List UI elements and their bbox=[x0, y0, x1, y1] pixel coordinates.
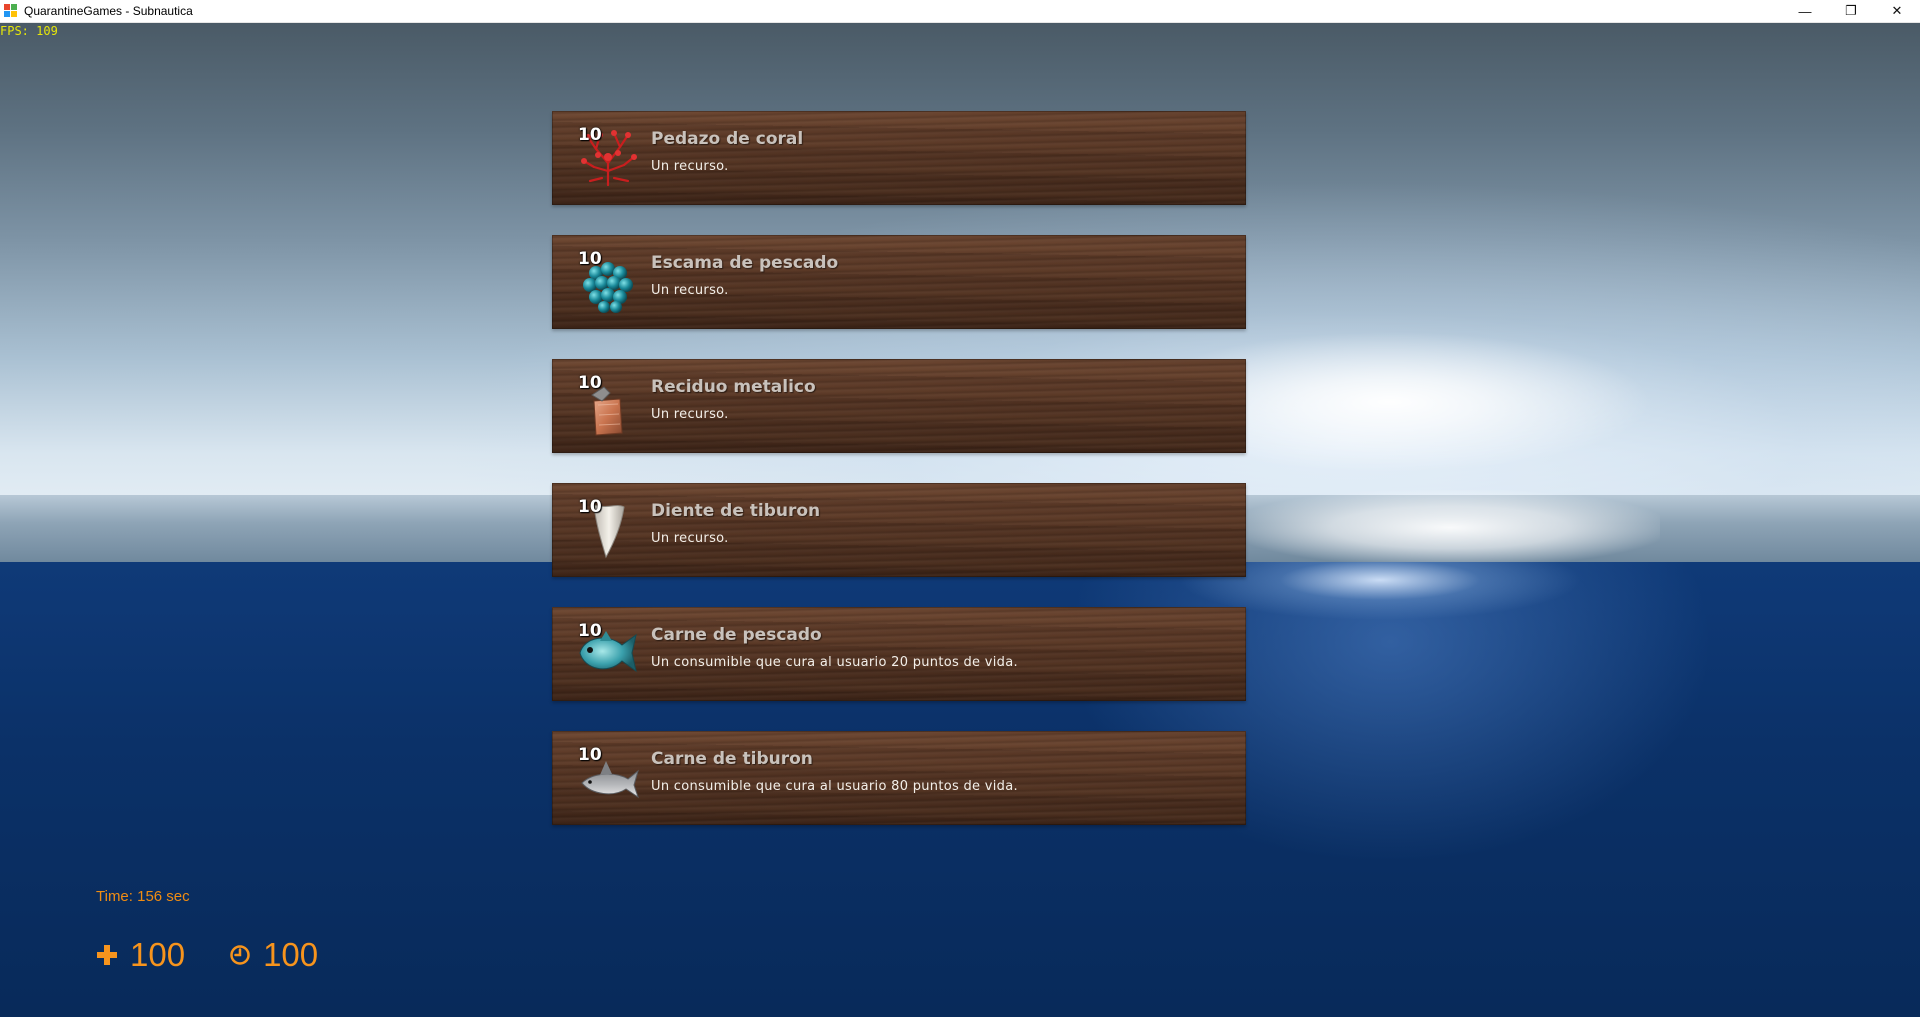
minimize-button[interactable]: — bbox=[1782, 0, 1828, 22]
item-description: Un recurso. bbox=[651, 283, 729, 298]
inventory-item-shark-tooth[interactable]: 10 Diente de tiburon Un recurso. bbox=[552, 483, 1246, 577]
inventory-item-metal-scrap[interactable]: 10 Reciduo metalico Un recurso. bbox=[552, 359, 1246, 453]
inventory-list: 10 Pedazo de coral Un recurso. 10 Escama… bbox=[552, 111, 1246, 855]
health-stat: 100 bbox=[96, 936, 185, 974]
item-name: Carne de pescado bbox=[651, 625, 822, 645]
item-count: 10 bbox=[578, 497, 602, 517]
item-count: 10 bbox=[578, 745, 602, 765]
sun-glare bbox=[1240, 490, 1660, 565]
item-name: Reciduo metalico bbox=[651, 377, 816, 397]
item-name: Pedazo de coral bbox=[651, 129, 804, 149]
inventory-item-shark-meat[interactable]: 10 Carne de tiburon Un consumible que cu… bbox=[552, 731, 1246, 825]
oxygen-stat: 100 bbox=[229, 936, 318, 974]
inventory-item-fish-scale[interactable]: 10 Escama de pescado Un recurso. bbox=[552, 235, 1246, 329]
restore-button[interactable]: ❐ bbox=[1828, 0, 1874, 22]
window-controls: — ❐ ✕ bbox=[1782, 0, 1920, 22]
inventory-item-coral[interactable]: 10 Pedazo de coral Un recurso. bbox=[552, 111, 1246, 205]
oxygen-value: 100 bbox=[263, 936, 319, 973]
game-viewport[interactable]: QuarantineGames - Subnautica — ❐ ✕ FPS: … bbox=[0, 0, 1920, 1017]
item-description: Un recurso. bbox=[651, 531, 729, 546]
app-icon bbox=[4, 4, 18, 18]
window-titlebar[interactable]: QuarantineGames - Subnautica — ❐ ✕ bbox=[0, 0, 1920, 23]
item-count: 10 bbox=[578, 125, 602, 145]
fps-counter: FPS: 109 bbox=[0, 24, 58, 38]
window-title: QuarantineGames - Subnautica bbox=[24, 4, 193, 18]
item-description: Un consumible que cura al usuario 80 pun… bbox=[651, 779, 1018, 794]
close-button[interactable]: ✕ bbox=[1874, 0, 1920, 22]
item-count: 10 bbox=[578, 373, 602, 393]
health-value: 100 bbox=[130, 936, 186, 973]
clock-icon bbox=[230, 945, 250, 965]
item-description: Un recurso. bbox=[651, 159, 729, 174]
hud-stats: 100 100 bbox=[96, 936, 362, 974]
item-name: Carne de tiburon bbox=[651, 749, 813, 769]
time-counter: Time: 156 sec bbox=[96, 888, 190, 905]
item-description: Un recurso. bbox=[651, 407, 729, 422]
inventory-item-fish-meat[interactable]: 10 Carne de pescado Un consumible que cu… bbox=[552, 607, 1246, 701]
health-plus-icon bbox=[97, 945, 117, 965]
item-count: 10 bbox=[578, 621, 602, 641]
item-name: Diente de tiburon bbox=[651, 501, 821, 521]
item-count: 10 bbox=[578, 249, 602, 269]
item-description: Un consumible que cura al usuario 20 pun… bbox=[651, 655, 1018, 670]
item-name: Escama de pescado bbox=[651, 253, 839, 273]
